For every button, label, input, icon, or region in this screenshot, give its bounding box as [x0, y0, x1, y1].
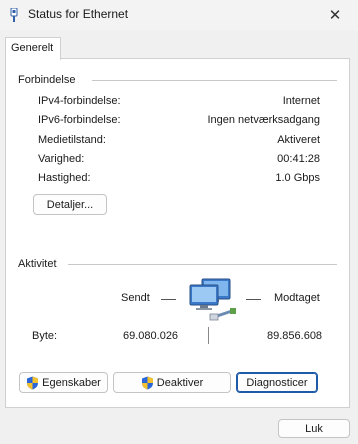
diagnose-button[interactable]: Diagnosticer: [236, 372, 318, 393]
properties-button-label: Egenskaber: [42, 376, 101, 389]
sent-label: Sendt: [121, 292, 150, 304]
close-button[interactable]: Luk: [278, 419, 350, 438]
uac-shield-icon: [27, 376, 39, 389]
tab-general[interactable]: Generelt: [5, 37, 61, 60]
bytes-label: Byte:: [32, 330, 58, 342]
duration-value: 00:41:28: [277, 153, 320, 165]
details-button[interactable]: Detaljer...: [33, 194, 107, 215]
ipv6-value: Ingen netværksadgang: [207, 114, 320, 126]
tab-general-label: Generelt: [11, 42, 54, 54]
activity-group-title: Aktivitet: [18, 258, 57, 270]
ipv4-label: IPv4-forbindelse:: [38, 95, 121, 107]
duration-label: Varighed:: [38, 153, 85, 165]
disable-button[interactable]: Deaktiver: [113, 372, 231, 393]
connection-group-divider: [92, 80, 337, 81]
speed-label: Hastighed:: [38, 172, 91, 184]
close-button-label: Luk: [305, 422, 323, 435]
diagnose-button-label: Diagnosticer: [246, 376, 308, 389]
activity-group-divider: [68, 264, 337, 265]
close-window-button[interactable]: ✕: [312, 0, 358, 30]
ipv4-value: Internet: [282, 95, 320, 107]
received-line: [246, 299, 261, 300]
uac-shield-icon: [141, 376, 153, 389]
title-bar: Status for Ethernet ✕: [0, 0, 358, 30]
properties-button[interactable]: Egenskaber: [19, 372, 108, 393]
general-panel: Forbindelse IPv4-forbindelse: Internet I…: [5, 58, 350, 408]
bytes-received-value: 89.856.608: [267, 330, 323, 342]
media-state-label: Medietilstand:: [38, 134, 106, 146]
activity-separator: [208, 327, 209, 344]
bytes-sent-value: 69.080.026: [123, 330, 179, 342]
disable-button-label: Deaktiver: [156, 376, 204, 389]
network-computers-icon: [189, 278, 236, 321]
ethernet-icon: [10, 8, 18, 22]
media-state-value: Aktiveret: [277, 134, 320, 146]
ipv6-label: IPv6-forbindelse:: [38, 114, 121, 126]
sent-line: [161, 299, 176, 300]
close-icon: ✕: [328, 7, 342, 24]
received-label: Modtaget: [274, 292, 320, 304]
speed-value: 1.0 Gbps: [275, 172, 320, 184]
details-button-label: Detaljer...: [46, 198, 94, 211]
connection-group-title: Forbindelse: [18, 74, 76, 86]
window-title: Status for Ethernet: [28, 7, 129, 21]
